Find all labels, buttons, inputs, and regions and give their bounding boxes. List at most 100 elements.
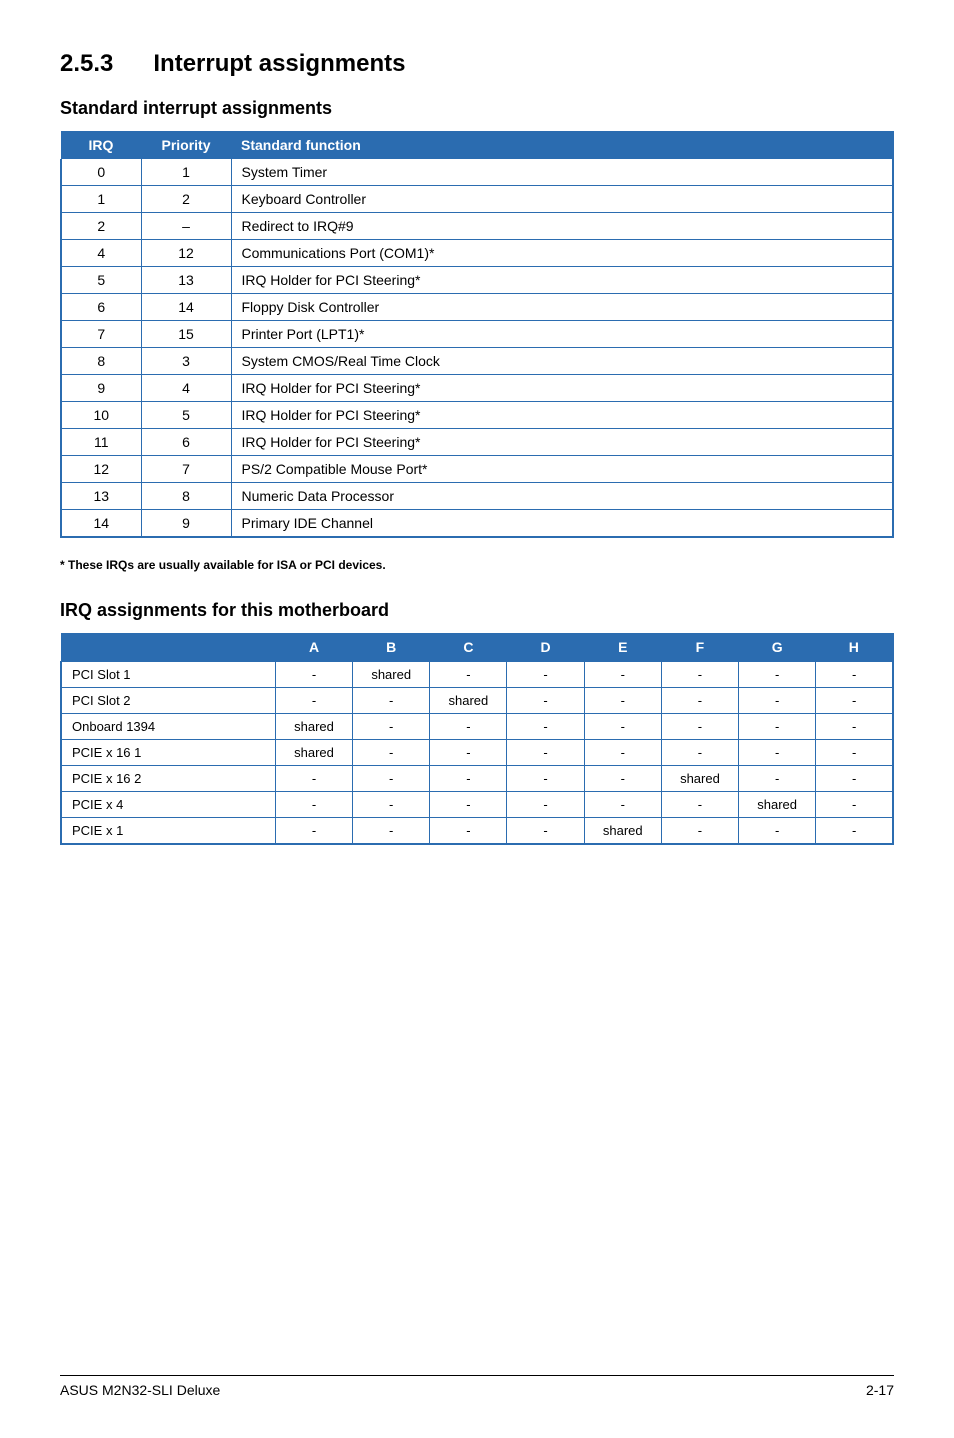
- irq-assignment-cell: -: [816, 766, 893, 792]
- irq-assignment-cell: -: [353, 766, 430, 792]
- irq-assignment-cell: -: [430, 818, 507, 845]
- irq-assignment-cell: shared: [275, 714, 352, 740]
- irq-assignment-cell: -: [584, 766, 661, 792]
- row-name-cell: PCIE x 16 1: [61, 740, 275, 766]
- table1-header-priority: Priority: [141, 131, 231, 159]
- irq-cell: 8: [61, 348, 141, 375]
- footer-left: ASUS M2N32-SLI Deluxe: [60, 1382, 220, 1398]
- irq-assignment-cell: shared: [353, 662, 430, 688]
- irq-assignment-cell: -: [584, 688, 661, 714]
- priority-cell: 1: [141, 159, 231, 186]
- subsection-title-1: Standard interrupt assignments: [60, 98, 894, 119]
- irq-assignment-cell: -: [430, 766, 507, 792]
- priority-cell: 15: [141, 321, 231, 348]
- irq-assignment-cell: -: [816, 792, 893, 818]
- irq-assignment-cell: -: [353, 792, 430, 818]
- table-row: PCI Slot 1-shared------: [61, 662, 893, 688]
- irq-assignment-cell: -: [430, 792, 507, 818]
- irq-assignment-cell: shared: [661, 766, 738, 792]
- irq-assignment-cell: -: [275, 688, 352, 714]
- priority-cell: 2: [141, 186, 231, 213]
- irq-assignment-cell: -: [353, 818, 430, 845]
- priority-cell: 5: [141, 402, 231, 429]
- page-footer: ASUS M2N32-SLI Deluxe 2-17: [60, 1375, 894, 1398]
- function-cell: System CMOS/Real Time Clock: [231, 348, 893, 375]
- function-cell: IRQ Holder for PCI Steering*: [231, 402, 893, 429]
- function-cell: Numeric Data Processor: [231, 483, 893, 510]
- table-row: PCIE x 16 2-----shared--: [61, 766, 893, 792]
- priority-cell: 14: [141, 294, 231, 321]
- irq-assignment-cell: -: [430, 740, 507, 766]
- function-cell: PS/2 Compatible Mouse Port*: [231, 456, 893, 483]
- irq-assignment-cell: shared: [584, 818, 661, 845]
- irq-cell: 0: [61, 159, 141, 186]
- function-cell: IRQ Holder for PCI Steering*: [231, 267, 893, 294]
- table-row: 2–Redirect to IRQ#9: [61, 213, 893, 240]
- table2-header-col: A: [275, 633, 352, 662]
- section-title-text: Interrupt assignments: [153, 50, 405, 77]
- table-row: PCIE x 4------shared-: [61, 792, 893, 818]
- irq-assignment-cell: -: [507, 766, 584, 792]
- irq-assignment-cell: -: [739, 766, 816, 792]
- row-name-cell: PCIE x 4: [61, 792, 275, 818]
- irq-assignment-cell: -: [507, 662, 584, 688]
- irq-assignment-cell: -: [275, 662, 352, 688]
- section-title: 2.5.3Interrupt assignments: [60, 50, 894, 78]
- irq-assignment-cell: -: [816, 714, 893, 740]
- irq-cell: 2: [61, 213, 141, 240]
- table-row: 105IRQ Holder for PCI Steering*: [61, 402, 893, 429]
- table2-header-col: B: [353, 633, 430, 662]
- table-row: 83System CMOS/Real Time Clock: [61, 348, 893, 375]
- irq-cell: 10: [61, 402, 141, 429]
- irq-assignment-cell: -: [739, 688, 816, 714]
- irq-assignment-cell: -: [430, 662, 507, 688]
- function-cell: Printer Port (LPT1)*: [231, 321, 893, 348]
- irq-cell: 6: [61, 294, 141, 321]
- table-row: 149Primary IDE Channel: [61, 510, 893, 538]
- irq-assignment-cell: -: [584, 662, 661, 688]
- table1-header-func: Standard function: [231, 131, 893, 159]
- table-row: 715Printer Port (LPT1)*: [61, 321, 893, 348]
- irq-assignment-cell: shared: [430, 688, 507, 714]
- table-row: 138Numeric Data Processor: [61, 483, 893, 510]
- table-row: 94IRQ Holder for PCI Steering*: [61, 375, 893, 402]
- table2-header-row: A B C D E F G H: [61, 633, 893, 662]
- priority-cell: –: [141, 213, 231, 240]
- irq-assignment-cell: -: [275, 818, 352, 845]
- irq-assignment-cell: -: [816, 818, 893, 845]
- table-row: 412Communications Port (COM1)*: [61, 240, 893, 267]
- table-row: Onboard 1394shared-------: [61, 714, 893, 740]
- irq-cell: 13: [61, 483, 141, 510]
- irq-cell: 1: [61, 186, 141, 213]
- row-name-cell: PCI Slot 1: [61, 662, 275, 688]
- table2-header-col: H: [816, 633, 893, 662]
- irq-motherboard-table: A B C D E F G H PCI Slot 1-shared------P…: [60, 633, 894, 845]
- table1-header-row: IRQ Priority Standard function: [61, 131, 893, 159]
- irq-assignment-cell: -: [353, 714, 430, 740]
- irq-assignment-cell: -: [507, 714, 584, 740]
- table2-header-col: G: [739, 633, 816, 662]
- irq-cell: 11: [61, 429, 141, 456]
- irq-cell: 4: [61, 240, 141, 267]
- irq-assignment-cell: -: [584, 792, 661, 818]
- irq-assignment-cell: -: [507, 818, 584, 845]
- irq-assignment-cell: -: [507, 792, 584, 818]
- function-cell: IRQ Holder for PCI Steering*: [231, 429, 893, 456]
- table-row: 12Keyboard Controller: [61, 186, 893, 213]
- irq-assignment-cell: -: [816, 740, 893, 766]
- irq-assignment-cell: -: [816, 688, 893, 714]
- irq-assignment-cell: -: [661, 792, 738, 818]
- irq-assignment-cell: -: [661, 662, 738, 688]
- function-cell: IRQ Holder for PCI Steering*: [231, 375, 893, 402]
- function-cell: System Timer: [231, 159, 893, 186]
- priority-cell: 4: [141, 375, 231, 402]
- irq-cell: 9: [61, 375, 141, 402]
- function-cell: Primary IDE Channel: [231, 510, 893, 538]
- function-cell: Communications Port (COM1)*: [231, 240, 893, 267]
- irq-cell: 7: [61, 321, 141, 348]
- footnote: * These IRQs are usually available for I…: [60, 558, 894, 572]
- standard-interrupt-table: IRQ Priority Standard function 01System …: [60, 131, 894, 538]
- irq-assignment-cell: -: [275, 766, 352, 792]
- function-cell: Floppy Disk Controller: [231, 294, 893, 321]
- irq-assignment-cell: -: [584, 740, 661, 766]
